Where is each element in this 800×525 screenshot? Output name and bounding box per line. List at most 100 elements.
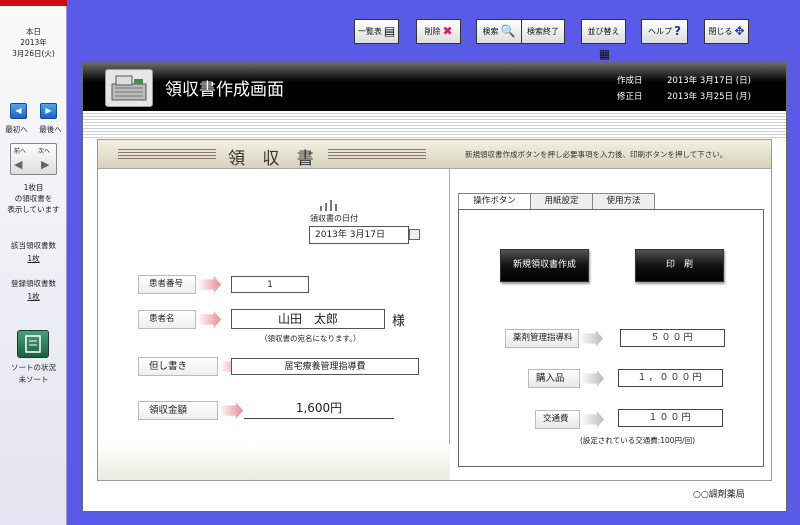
close-button[interactable]: 閉じる ✥ — [704, 19, 749, 44]
date-value: 2013年 3月17日 — [315, 230, 385, 240]
purchase-text: 購入品 — [536, 373, 565, 384]
arrow-right-icon — [219, 402, 243, 419]
guidance-fee-value: ５００円 — [650, 333, 695, 343]
amount-text: 領収金額 — [149, 405, 188, 416]
decor-lines-left — [118, 149, 216, 160]
title-bar: 領収書作成画面 作成日 2013年 3月17日 (日) 修正日 2013年 3月25… — [83, 63, 786, 111]
tab-usage[interactable]: 使用方法 — [592, 193, 655, 210]
patient-name-text: 患者名 — [149, 314, 175, 324]
last-record-button[interactable]: ▶ — [40, 103, 57, 119]
delete-icon: ✖ — [442, 24, 453, 38]
registered-count-label: 登録領収書数 — [11, 279, 56, 288]
calendar-icon[interactable] — [409, 229, 420, 240]
close-label: 閉じる — [708, 27, 733, 36]
signal-bars-icon — [320, 200, 337, 211]
receipt-panel: 領 収 書 新規領収書作成ボタンを押し必要事項を入力後、印刷ボタンを押して下さい… — [97, 139, 772, 481]
search-end-button[interactable]: 検索終了 — [521, 19, 565, 44]
patient-number-field[interactable]: 1 — [231, 276, 309, 293]
patient-name-label: 患者名 — [138, 310, 221, 329]
sidebar: 本日 2013年 3月26日(火) ◀ ▶ 最初へ 最後へ 前へ 次へ ◀ ▶ … — [0, 0, 67, 525]
operation-area: 操作ボタン 用紙設定 使用方法 新規領収書作成 印 刷 薬剤管理指導料 ５００円… — [451, 169, 771, 480]
created-label: 作成日 — [617, 76, 643, 86]
arrow-right-icon — [197, 276, 221, 293]
guidance-fee-label: 薬剤管理指導料 — [505, 329, 603, 348]
purchase-field[interactable]: １，０００円 — [618, 369, 723, 387]
instructions-text: 新規領収書作成ボタンを押し必要事項を入力後、印刷ボタンを押して下さい。 — [465, 150, 728, 159]
tab-paper-settings[interactable]: 用紙設定 — [530, 193, 593, 210]
delete-label: 削除 — [424, 27, 441, 36]
today-label: 本日 — [26, 27, 41, 36]
transport-value: １００円 — [648, 413, 693, 423]
list-button[interactable]: 一覧表 ▤ — [354, 19, 399, 44]
search-icon: 🔍 — [500, 24, 516, 38]
prev-next-button[interactable]: 前へ 次へ ◀ ▶ — [10, 143, 57, 175]
help-button[interactable]: ヘルプ? — [641, 19, 688, 44]
sort-status-value: 未ソート — [18, 375, 49, 384]
receipt-form: 領収書の日付 2013年 3月17日 患者番号 1 患者名 山田 太郎 様 （領… — [98, 169, 450, 480]
patient-number-text: 患者番号 — [149, 279, 184, 289]
description-field[interactable]: 居宅療養管理指導費 — [231, 358, 419, 375]
arrow-right-icon: ▶ — [45, 106, 52, 115]
page-title: 領収書作成画面 — [165, 80, 284, 100]
patient-name-value: 山田 太郎 — [277, 312, 338, 326]
prev-arrow-icon[interactable]: ◀ — [14, 158, 22, 171]
tab-operations[interactable]: 操作ボタン — [458, 193, 531, 210]
name-note: （領収書の宛名になります。） — [260, 334, 361, 343]
new-receipt-button[interactable]: 新規領収書作成 — [500, 249, 589, 282]
modified-value: 2013年 3月25日 (月) — [667, 92, 751, 102]
delete-button[interactable]: 削除 ✖ — [416, 19, 461, 44]
guidance-fee-field[interactable]: ５００円 — [620, 329, 725, 347]
arrow-right-icon — [197, 311, 221, 328]
matching-count-value: 1枚 — [27, 254, 40, 263]
guidance-fee-text: 薬剤管理指導料 — [513, 333, 573, 343]
sort-label: 並び替え — [587, 27, 620, 36]
help-icon: ? — [674, 24, 681, 38]
date-info: 作成日 2013年 3月17日 (日) 修正日 2013年 3月25日 (月) — [617, 73, 751, 105]
honorific: 様 — [392, 314, 406, 329]
modified-label: 修正日 — [617, 92, 643, 102]
amount-label: 領収金額 — [138, 401, 243, 420]
sidebar-accent-bar — [0, 0, 67, 6]
last-label: 最後へ — [39, 125, 62, 134]
amount-value: 1,600円 — [244, 399, 394, 419]
transport-note: (設定されている交通費:100円/回) — [580, 436, 695, 445]
page-line1: 1枚目 — [23, 183, 44, 192]
operations-tab-panel: 新規領収書作成 印 刷 薬剤管理指導料 ５００円 購入品 １，０００円 交通費 … — [458, 209, 764, 467]
sort-button[interactable] — [17, 330, 49, 358]
date-label: 領収書の日付 — [310, 214, 358, 223]
description-text: 但し書き — [149, 361, 188, 372]
transport-text: 交通費 — [543, 414, 569, 424]
close-arrows-icon: ✥ — [734, 24, 745, 38]
patient-name-field[interactable]: 山田 太郎 — [231, 309, 385, 329]
sort-toolbar-button[interactable]: 並び替え▦ — [581, 19, 626, 61]
arrow-right-icon — [580, 411, 604, 428]
list-icon: ▤ — [383, 24, 396, 38]
transport-field[interactable]: １００円 — [618, 409, 723, 427]
today-date: 3月26日(火) — [12, 49, 55, 58]
help-label: ヘルプ — [648, 27, 673, 36]
transport-label: 交通費 — [535, 410, 604, 429]
panel-header: 領 収 書 新規領収書作成ボタンを押し必要事項を入力後、印刷ボタンを押して下さい… — [98, 140, 771, 169]
arrow-right-icon — [580, 370, 604, 387]
pharmacy-name: ○○調剤薬局 — [693, 490, 745, 500]
main-window: 領収書作成画面 作成日 2013年 3月17日 (日) 修正日 2013年 3月25… — [82, 62, 787, 512]
first-record-button[interactable]: ◀ — [10, 103, 27, 119]
created-value: 2013年 3月17日 (日) — [667, 76, 751, 86]
arrow-left-icon: ◀ — [15, 106, 22, 115]
today-year: 2013年 — [20, 38, 47, 47]
next-arrow-icon[interactable]: ▶ — [41, 158, 49, 171]
matching-count-label: 該当領収書数 — [11, 241, 56, 250]
date-field[interactable]: 2013年 3月17日 — [309, 226, 409, 244]
cash-register-icon — [105, 69, 153, 107]
search-label: 検索 — [482, 27, 499, 36]
purchase-value: １，０００円 — [637, 373, 704, 383]
prev-label: 前へ — [14, 148, 27, 155]
next-label: 次へ — [38, 148, 51, 155]
form-bottom-shade — [98, 444, 450, 480]
page-line2: の領収書を — [14, 194, 53, 203]
print-button[interactable]: 印 刷 — [635, 249, 724, 282]
search-button[interactable]: 検索 🔍 — [476, 19, 522, 44]
panel-title: 領 収 書 — [228, 149, 320, 169]
search-end-label: 検索終了 — [527, 27, 559, 36]
registered-count-value: 1枚 — [27, 292, 40, 301]
